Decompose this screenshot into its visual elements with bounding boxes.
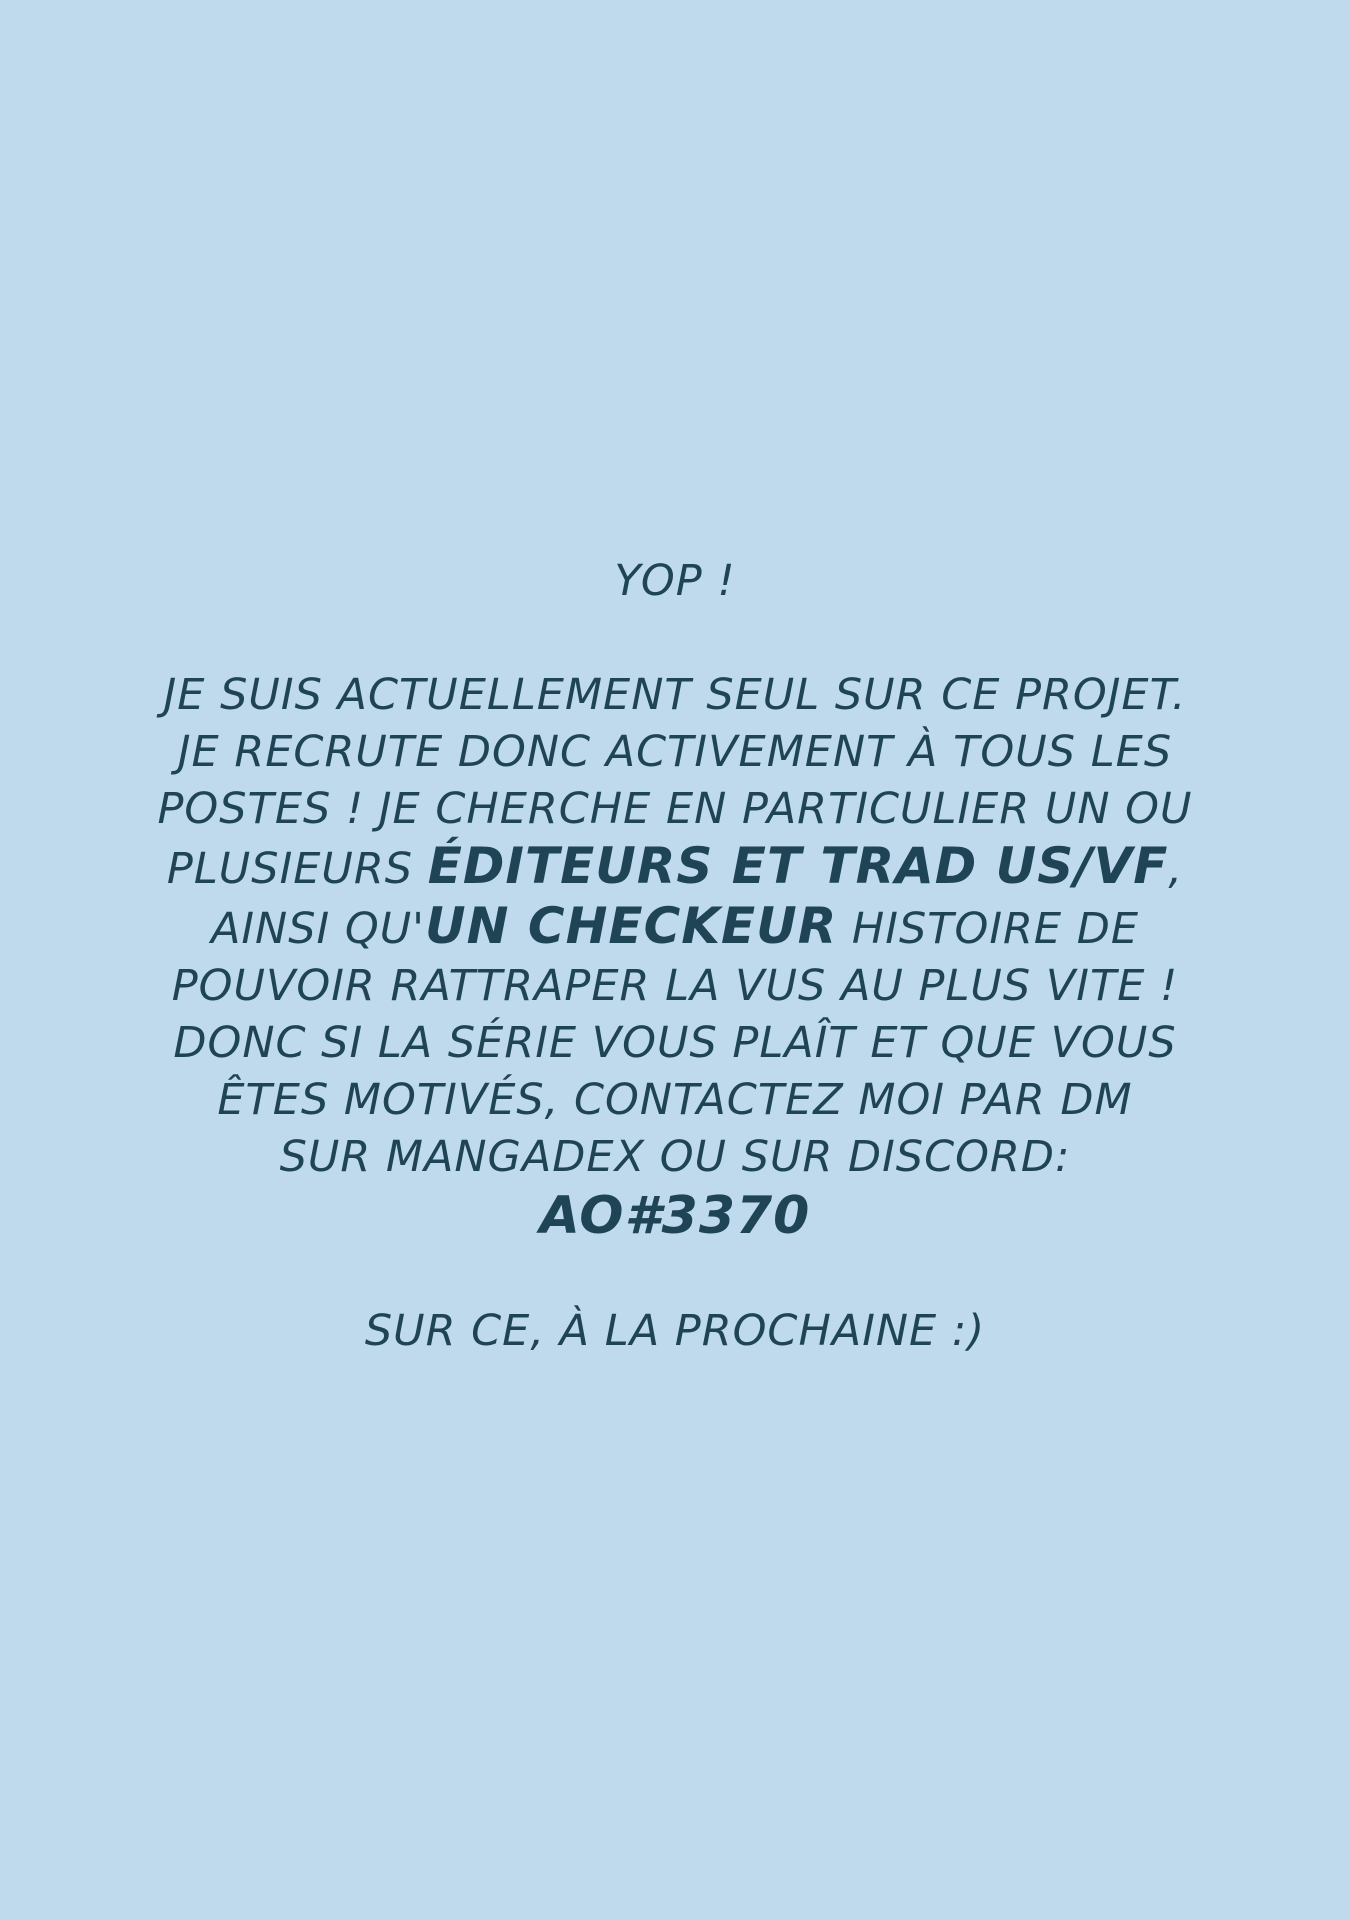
message-line-5: AINSI QU'UN CHECKEUR HISTOIRE DE — [0, 898, 1350, 958]
message-line-8: ÊTES MOTIVÉS, CONTACTEZ MOI PAR DM — [217, 1075, 1133, 1125]
recruitment-message: YOP ! JE SUIS ACTUELLEMENT SEUL SUR CE P… — [0, 553, 1350, 1360]
message-line-1: JE SUIS ACTUELLEMENT SEUL SUR CE PROJET. — [163, 670, 1187, 720]
checker-emphasis: UN CHECKEUR — [425, 897, 838, 955]
line-5-prefix: AINSI QU' — [210, 904, 426, 954]
message-line-6: POUVOIR RATTRAPER LA VUS AU PLUS VITE ! — [171, 961, 1179, 1011]
line-4-suffix: , — [1168, 844, 1184, 894]
line-5-suffix: HISTOIRE DE — [837, 904, 1140, 954]
message-line-7: DONC SI LA SÉRIE VOUS PLAÎT ET QUE VOUS — [173, 1018, 1177, 1068]
message-line-3: POSTES ! JE CHERCHE EN PARTICULIER UN OU — [157, 784, 1193, 834]
closing-line: SUR CE, À LA PROCHAINE :) — [364, 1306, 986, 1356]
message-line-9: SUR MANGADEX OU SUR DISCORD: — [279, 1132, 1071, 1182]
message-line-2: JE RECRUTE DONC ACTIVEMENT À TOUS LES — [177, 727, 1173, 777]
line-4-prefix: PLUSIEURS — [166, 844, 428, 894]
roles-emphasis: ÉDITEURS ET TRAD US/VF — [427, 837, 1169, 895]
discord-handle: AO#3370 — [539, 1186, 811, 1246]
greeting-line: YOP ! — [614, 556, 736, 606]
page-background: YOP ! JE SUIS ACTUELLEMENT SEUL SUR CE P… — [0, 0, 1350, 1920]
message-line-4: PLUSIEURS ÉDITEURS ET TRAD US/VF, — [0, 838, 1350, 898]
